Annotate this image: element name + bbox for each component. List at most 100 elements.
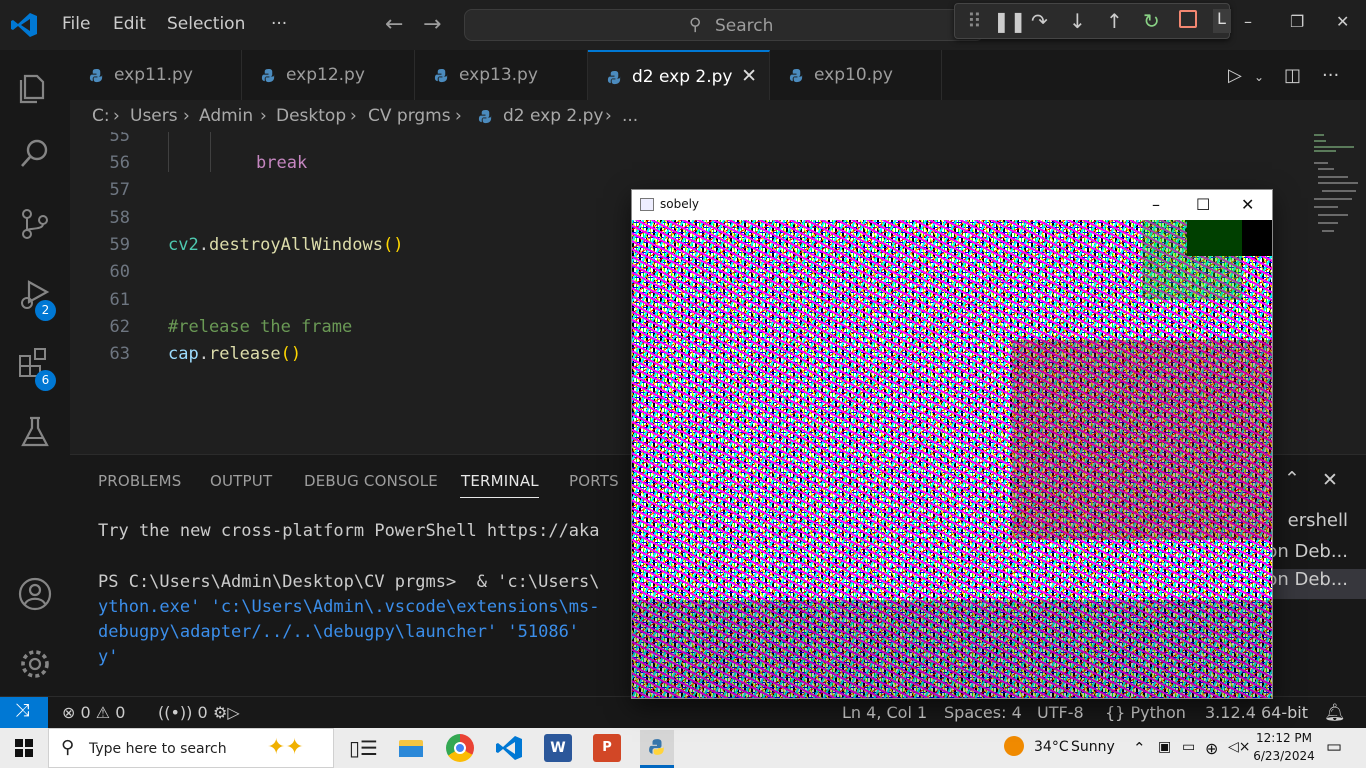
chevron-right-icon: › (260, 106, 267, 126)
activity-testing[interactable] (0, 400, 70, 460)
line-number: 62 (109, 317, 130, 337)
restore-button[interactable]: ❐ (1290, 12, 1304, 31)
sobely-window[interactable]: sobely – ☐ ✕ (632, 190, 1272, 698)
sobely-close-button[interactable]: ✕ (1241, 195, 1254, 214)
activity-accounts[interactable] (0, 562, 70, 622)
broadcast-icon: ((•)) (158, 703, 193, 722)
tab-problems[interactable]: PROBLEMS (98, 472, 181, 490)
step-out-icon[interactable]: ↑ (1106, 9, 1123, 33)
forward-arrow-icon[interactable]: → (423, 12, 441, 37)
menu-selection[interactable]: Selection (167, 14, 245, 34)
breadcrumb-users[interactable]: Users (130, 106, 178, 126)
step-into-icon[interactable]: ↓ (1069, 9, 1086, 33)
weather-temp[interactable]: 34°C (1034, 739, 1069, 755)
tab-exp13[interactable]: exp13.py (415, 50, 588, 100)
ports-status[interactable]: ((•)) 0 (158, 703, 208, 722)
split-editor-icon[interactable]: ◫ (1284, 65, 1301, 86)
tab-exp10[interactable]: exp10.py (770, 50, 942, 100)
drag-handle-icon[interactable]: ⠿ (967, 9, 982, 33)
chrome-icon[interactable] (446, 734, 474, 762)
terminal-list-item[interactable]: on Deb... (1256, 541, 1366, 571)
code-break: break (256, 153, 308, 173)
notification-center-icon[interactable]: ▭ (1326, 737, 1342, 757)
activity-source-control[interactable] (0, 192, 70, 252)
notifications-bell-icon[interactable]: 🔔︎ (1324, 703, 1346, 723)
network-globe-icon[interactable]: ⊕ (1205, 739, 1218, 758)
tray-app-icon[interactable]: ▣ (1158, 739, 1171, 755)
volume-icon[interactable]: ◁× (1228, 739, 1251, 755)
breadcrumb-admin[interactable]: Admin (199, 106, 253, 126)
sobel-edge-image (632, 220, 1272, 698)
debug-config-select[interactable]: L (1213, 9, 1231, 33)
close-button[interactable]: ✕ (1336, 12, 1349, 31)
activity-manage[interactable] (0, 632, 70, 692)
sobely-minimize-button[interactable]: – (1152, 195, 1160, 214)
tab-exp11[interactable]: exp11.py (70, 50, 242, 100)
run-dropdown-chevron-icon[interactable]: ⌄ (1254, 70, 1264, 84)
vscode-taskbar-icon[interactable] (495, 734, 523, 762)
minimap[interactable] (1308, 132, 1358, 242)
breadcrumb-folder[interactable]: CV prgms (368, 106, 451, 126)
run-python-file-icon[interactable]: ▷ (1228, 65, 1242, 86)
indentation[interactable]: Spaces: 4 (944, 703, 1022, 722)
sobely-title-bar[interactable]: sobely – ☐ ✕ (632, 190, 1272, 220)
encoding[interactable]: UTF-8 (1037, 703, 1084, 722)
windows-start-icon[interactable] (15, 739, 33, 757)
activity-run-debug[interactable]: 2 (0, 262, 70, 322)
activity-extensions[interactable]: 6 (0, 332, 70, 392)
language-mode[interactable]: {} Python (1105, 703, 1186, 722)
stop-icon[interactable] (1179, 10, 1197, 28)
show-hidden-icons-chevron-icon[interactable]: ⌃ (1133, 739, 1146, 757)
tab-terminal[interactable]: TERMINAL (461, 472, 539, 490)
sobely-maximize-button[interactable]: ☐ (1196, 195, 1210, 214)
warning-icon: ⚠ (95, 703, 111, 722)
back-arrow-icon[interactable]: ← (385, 12, 403, 37)
tab-output[interactable]: OUTPUT (210, 472, 272, 490)
clock-date[interactable]: 6/23/2024 (1252, 749, 1316, 763)
file-explorer-icon[interactable] (397, 734, 425, 762)
python-taskbar-icon[interactable] (640, 730, 674, 766)
minimize-button[interactable]: – (1244, 12, 1252, 31)
breadcrumb-symbol[interactable]: ... (622, 106, 638, 126)
search-label: Search (715, 16, 774, 36)
terminal-list-item-selected[interactable]: on Deb... (1256, 569, 1366, 599)
maximize-panel-chevron-icon[interactable]: ⌃ (1284, 468, 1300, 490)
breadcrumb-drive[interactable]: C: (92, 106, 110, 126)
breadcrumb-desktop[interactable]: Desktop (276, 106, 346, 126)
restart-icon[interactable]: ↻ (1143, 9, 1160, 33)
task-view-icon[interactable]: ▯☰ (349, 736, 378, 764)
tab-d2-exp-2[interactable]: d2 exp 2.py ✕ (588, 50, 770, 100)
debug-status-icon[interactable]: ⚙▷ (213, 703, 240, 722)
python-interpreter[interactable]: 3.12.4 64-bit (1205, 703, 1308, 722)
command-center-search[interactable]: ⚲ Search (464, 9, 984, 41)
chevron-right-icon: › (183, 106, 190, 126)
tab-ports[interactable]: PORTS (569, 472, 619, 490)
tab-debug-console[interactable]: DEBUG CONSOLE (304, 472, 438, 490)
menu-more[interactable]: ··· (271, 14, 287, 34)
battery-icon[interactable]: ▭ (1182, 739, 1195, 755)
close-tab-icon[interactable]: ✕ (741, 65, 757, 87)
problems-status[interactable]: ⊗ 0 ⚠ 0 (62, 703, 125, 722)
word-icon[interactable]: W (544, 734, 572, 762)
remote-indicator[interactable]: ⤨ (0, 697, 48, 729)
tab-exp12[interactable]: exp12.py (242, 50, 415, 100)
testing-icon (21, 416, 49, 447)
more-actions-icon[interactable]: ··· (1322, 65, 1339, 86)
clock-time[interactable]: 12:12 PM (1256, 731, 1312, 745)
error-icon: ⊗ (62, 703, 76, 722)
powerpoint-icon[interactable]: P (593, 734, 621, 762)
step-over-icon[interactable]: ↷ (1031, 9, 1048, 33)
weather-condition[interactable]: Sunny (1071, 739, 1115, 755)
terminal-list-item[interactable]: ershell (1256, 510, 1366, 540)
menu-file[interactable]: File (62, 14, 90, 34)
close-panel-icon[interactable]: ✕ (1322, 469, 1338, 491)
python-file-icon (607, 70, 621, 85)
tab-label: exp10.py (814, 65, 893, 85)
taskbar-search[interactable]: ⚲ Type here to search ✦✦ (48, 728, 334, 768)
breadcrumb-file[interactable]: d2 exp 2.py (503, 106, 604, 126)
pause-icon[interactable]: ❚❚ (993, 9, 1027, 33)
activity-search[interactable] (0, 122, 70, 182)
cursor-position[interactable]: Ln 4, Col 1 (842, 703, 927, 722)
activity-explorer[interactable] (0, 56, 70, 116)
menu-edit[interactable]: Edit (113, 14, 146, 34)
